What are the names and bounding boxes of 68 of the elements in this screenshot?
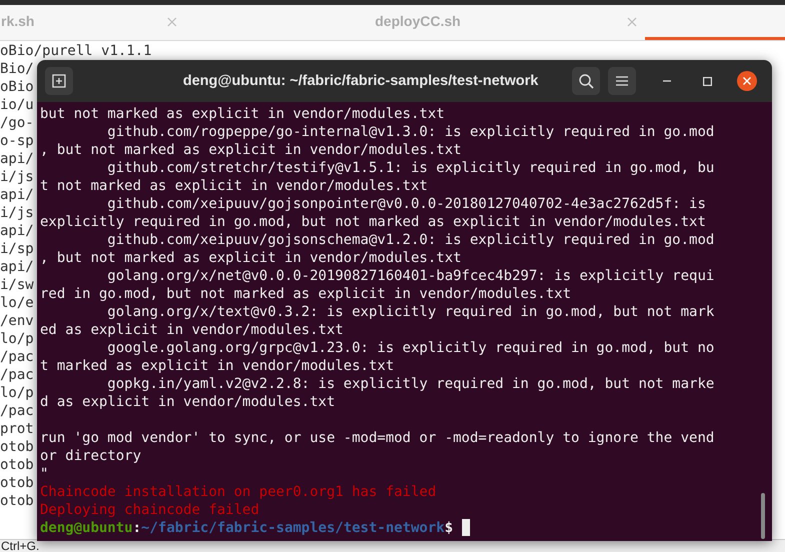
code-line: otob: [0, 456, 34, 474]
maximize-icon: [702, 76, 712, 86]
code-line: lo/p: [0, 330, 34, 348]
code-line: i/sp: [0, 240, 34, 258]
output-line: google.golang.org/grpc@v1.23.0: is explicitly required in go.mod, but no: [106, 339, 714, 357]
output-line: t marked as explicit in vendor/modules.txt: [40, 357, 394, 375]
code-line: o-sp: [0, 132, 34, 150]
output-line: github.com/rogpeppe/go-internal@v1.3.0: is explicitly required in go.mod: [106, 123, 714, 141]
menu-button[interactable]: [608, 67, 636, 95]
text-cursor: [462, 519, 470, 536]
code-line: /pac: [0, 402, 34, 420]
code-line: api/: [0, 186, 34, 204]
code-line: oBio/purell v1.1.1: [0, 42, 152, 60]
close-icon: [743, 77, 751, 85]
code-line: otob: [0, 438, 34, 456]
output-line: explicitly required in go.mod, but not marked as explicit in vendor/modules.txt: [40, 213, 706, 231]
code-line: i/sw: [0, 276, 34, 294]
minimize-icon: [663, 80, 671, 82]
output-line: github.com/stretchr/testify@v1.5.1: is explicitly required in go.mod, bu: [106, 159, 714, 177]
code-line: api/: [0, 258, 34, 276]
prompt-separator: :: [132, 519, 142, 537]
error-line: Chaincode installation on peer0.org1 has failed: [40, 483, 436, 501]
code-line: otob: [0, 474, 34, 492]
output-line: ": [40, 465, 48, 483]
output-line: but not marked as explicit in vendor/modules.txt: [40, 105, 445, 123]
editor-tab[interactable]: rk.sh: [0, 5, 185, 40]
window-title: deng@ubuntu: ~/fabric/fabric-samples/test-network: [183, 72, 538, 90]
menu-icon: [616, 76, 628, 86]
code-line: /pac: [0, 348, 34, 366]
search-button[interactable]: [572, 67, 600, 95]
output-line: , but not marked as explicit in vendor/modules.txt: [40, 141, 462, 159]
code-line: api/: [0, 150, 34, 168]
output-line: golang.org/x/net@v0.0.0-20190827160401-ba9fcec4b297: is explicitly requi: [106, 267, 714, 285]
prompt-symbol: $: [444, 519, 454, 537]
code-line: otob: [0, 492, 34, 510]
error-line: Deploying chaincode failed: [40, 501, 260, 519]
code-line: i/js: [0, 168, 34, 186]
editor-tab[interactable]: deployCC.sh: [185, 5, 645, 40]
code-line: api/: [0, 222, 34, 240]
new-tab-button[interactable]: [45, 67, 73, 95]
new-tab-icon: [52, 74, 66, 88]
output-line: d as explicit in vendor/modules.txt: [40, 393, 336, 411]
search-icon: [578, 74, 594, 88]
code-line: io/u: [0, 96, 34, 114]
output-line: github.com/xeipuuv/gojsonpointer@v0.0.0-20180127040702-4e3ac2762d5f: is: [106, 195, 706, 213]
output-line: gopkg.in/yaml.v2@v2.2.8: is explicitly required in go.mod, but not marke: [106, 375, 714, 393]
status-text: Ctrl+G.: [1, 540, 40, 552]
output-line: , but not marked as explicit in vendor/modules.txt: [40, 249, 462, 267]
output-line: t not marked as explicit in vendor/modules.txt: [40, 177, 428, 195]
code-line: /pac: [0, 366, 34, 384]
output-line: github.com/xeipuuv/gojsonschema@v1.2.0: is explicitly required in go.mod: [106, 231, 714, 249]
code-line: Bio/: [0, 60, 34, 78]
output-line: ed as explicit in vendor/modules.txt: [40, 321, 344, 339]
prompt-user: deng@ubuntu: [40, 519, 133, 537]
close-button[interactable]: [737, 71, 757, 91]
code-line: oBio: [0, 78, 34, 96]
code-line: /env: [0, 312, 34, 330]
output-line: run 'go mod vendor' to sync, or use -mod=mod or -mod=readonly to ignore the vend: [40, 429, 714, 447]
code-line: i/js: [0, 204, 34, 222]
output-line: or directory: [40, 447, 142, 465]
output-line: golang.org/x/text@v0.3.2: is explicitly required in go.mod, but not mark: [106, 303, 714, 321]
code-line: /go-: [0, 114, 34, 132]
code-line: lo/e: [0, 294, 34, 312]
code-line: lo/p: [0, 384, 34, 402]
prompt-path: ~/fabric/fabric-samples/test-network: [141, 519, 445, 537]
scrollbar-thumb: [761, 493, 765, 539]
code-line: prot: [0, 420, 34, 438]
output-line: red in go.mod, but not marked as explicit in vendor/modules.txt: [40, 285, 572, 303]
